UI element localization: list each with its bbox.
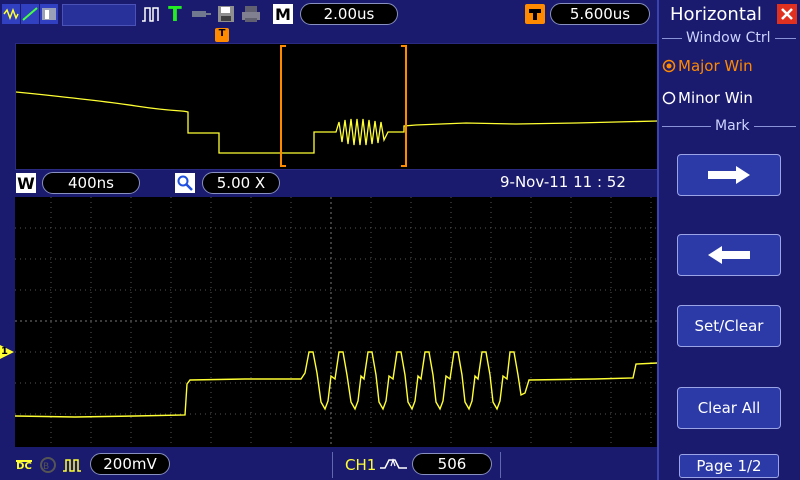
print-icon[interactable]	[240, 4, 262, 24]
window-indicator: W	[16, 173, 36, 193]
major-win-option[interactable]: Major Win	[662, 56, 792, 76]
zoom-icon	[175, 173, 195, 193]
overview-trace-svg	[16, 45, 658, 167]
zoom-factor-field[interactable]: 5.00 X	[202, 172, 280, 194]
arrow-left-icon	[708, 246, 750, 264]
zoomed-trace	[15, 351, 657, 418]
mode-indicator: M	[273, 4, 293, 24]
trigger-marker-top: T	[215, 28, 229, 42]
invert-icon[interactable]	[62, 455, 82, 475]
datetime-label: 9-Nov-11 11 : 52	[500, 173, 626, 191]
timebase-field[interactable]: 2.00us	[300, 3, 398, 25]
window-ctrl-group-label: Window Ctrl	[682, 30, 775, 46]
menu-title: Horizontal	[670, 4, 762, 25]
save-icon[interactable]	[216, 4, 236, 24]
status-display-box	[62, 4, 136, 26]
radio-selected-icon	[662, 59, 676, 73]
zoom-window-left-bracket	[280, 45, 286, 167]
volts-div-field[interactable]: 200mV	[90, 453, 170, 475]
waveform-icon[interactable]	[2, 4, 20, 24]
clear-all-button[interactable]: Clear All	[677, 387, 781, 429]
pulse-icon[interactable]	[140, 4, 162, 24]
mark-next-button[interactable]	[677, 154, 781, 196]
set-clear-button[interactable]: Set/Clear	[677, 305, 781, 347]
minor-win-label: Minor Win	[678, 89, 753, 107]
page-indicator-button[interactable]: Page 1/2	[679, 454, 779, 478]
zoomed-waveform-display[interactable]	[15, 197, 657, 447]
rising-edge-icon[interactable]	[378, 455, 410, 475]
trigger-position-icon	[525, 4, 545, 24]
mark-group-label: Mark	[711, 118, 754, 134]
graticule-center-axes	[15, 197, 657, 447]
bottom-status-bar: DC B 200mV CH1 506	[0, 450, 657, 480]
trigger-source-label: CH1	[345, 456, 377, 474]
mark-prev-button[interactable]	[677, 234, 781, 276]
zoomed-graticule-svg	[15, 197, 657, 447]
top-status-bar: T M 2.00us 5.600us	[0, 0, 657, 28]
major-win-label: Major Win	[678, 57, 753, 75]
window-timebase-field[interactable]: 400ns	[42, 172, 140, 194]
overview-waveform-display[interactable]	[15, 43, 659, 170]
trigger-position-field[interactable]: 5.600us	[550, 3, 650, 25]
channel-1-marker-label: 1	[1, 346, 8, 357]
overview-trace	[16, 91, 658, 154]
minor-win-option[interactable]: Minor Win	[662, 88, 792, 108]
trigger-divider	[332, 452, 333, 478]
zoom-window-right-bracket	[401, 45, 407, 167]
graticule-grid	[15, 197, 657, 447]
trigger-t-icon[interactable]: T	[166, 2, 184, 26]
svg-text:B: B	[43, 462, 49, 472]
dc-coupling-icon[interactable]: DC	[14, 455, 34, 475]
close-icon[interactable]	[777, 4, 797, 24]
trigger-level-field[interactable]: 506	[412, 453, 492, 475]
radio-unselected-icon	[662, 91, 676, 105]
dots-icon[interactable]	[21, 4, 39, 24]
bottom-right-divider	[500, 452, 501, 478]
probe-icon[interactable]	[190, 6, 212, 22]
bandwidth-icon[interactable]: B	[38, 455, 58, 475]
persist-icon[interactable]	[40, 4, 58, 24]
arrow-right-icon	[708, 166, 750, 184]
